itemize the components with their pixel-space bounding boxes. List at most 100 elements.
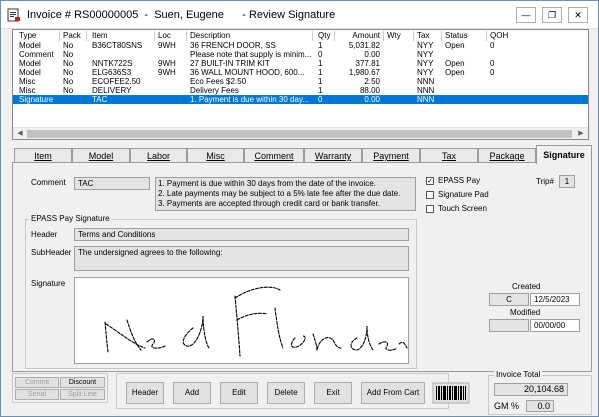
col-header-qoh[interactable]: QOH — [490, 31, 520, 40]
table-row[interactable]: Misc No DELIVERY Delivery Fees 1 88.00 NNN — [13, 86, 588, 95]
cell-pack: No — [63, 59, 74, 68]
cell-wty — [387, 86, 411, 95]
col-header-loc[interactable]: Loc — [158, 31, 188, 40]
serial-button[interactable]: Serial — [15, 389, 59, 400]
cell-qoh — [490, 77, 520, 86]
col-header-description[interactable]: Description — [190, 31, 310, 40]
restore-button[interactable]: ❐ — [542, 7, 562, 23]
cell-item: B36CT80SNS — [92, 41, 143, 50]
barcode-icon[interactable] — [432, 382, 470, 404]
cell-item: DELIVERY — [92, 86, 132, 95]
table-row[interactable]: Model No NNTK722S 9WH 27 BUILT-IN TRIM KIT 1 3… — [13, 59, 588, 68]
col-header-type[interactable]: Type — [19, 31, 69, 40]
cell-wty — [387, 50, 411, 59]
epass-pay-checkbox[interactable]: ✓ — [426, 177, 434, 185]
minimize-button[interactable]: — — [516, 7, 536, 23]
split-line-button[interactable]: Split Line — [60, 389, 105, 400]
tab-comment[interactable]: Comment — [244, 148, 304, 163]
title-bar: Invoice # RS00000005 - Suen, Eugene - Re… — [1, 1, 598, 29]
discount-button[interactable]: Discount — [60, 377, 105, 388]
edit-button[interactable]: Edit — [220, 382, 258, 404]
modified-label: Modified — [510, 308, 541, 317]
tab-warranty[interactable]: Warranty — [304, 148, 362, 163]
gm-percent-field: 0.0 — [526, 400, 554, 412]
tab-item[interactable]: Item — [14, 148, 72, 163]
cell-type: Model — [19, 68, 41, 77]
cell-description: Please note that supply is minim... — [190, 50, 312, 59]
signature-image-box[interactable] — [74, 277, 409, 364]
col-header-tax[interactable]: Tax — [417, 31, 441, 40]
line-items-grid[interactable]: Type Pack Item Loc Description Qty Amoun… — [12, 29, 589, 140]
table-row[interactable]: Comment No Please note that supply is mini… — [13, 50, 588, 59]
horizontal-scrollbar[interactable]: ◀ ▶ — [13, 127, 588, 139]
scroll-right-icon[interactable]: ▶ — [576, 129, 586, 139]
cell-loc — [158, 95, 186, 104]
cell-loc — [158, 86, 186, 95]
cell-type: Model — [19, 41, 41, 50]
header-field[interactable]: Terms and Conditions — [74, 228, 409, 241]
cell-amount: 377.81 — [355, 59, 380, 68]
cell-loc — [158, 50, 186, 59]
col-header-status[interactable]: Status — [445, 31, 485, 40]
tab-model[interactable]: Model — [72, 148, 130, 163]
cell-pack: No — [63, 50, 74, 59]
comment-text-box[interactable]: 1. Payment is due within 30 days from th… — [155, 177, 416, 211]
cell-pack: No — [63, 86, 74, 95]
tab-package[interactable]: Package — [478, 148, 536, 163]
cell-pack: No — [63, 41, 74, 50]
table-row[interactable]: Signature TAC 1. Payment is due within 30 … — [13, 95, 588, 104]
created-code-field[interactable]: C — [489, 293, 529, 306]
cell-qty: 0 — [318, 95, 323, 104]
col-header-amount[interactable]: Amount — [338, 31, 380, 40]
cell-qoh: 0 — [490, 68, 495, 77]
close-button[interactable]: ✕ — [568, 7, 588, 23]
tab-signature[interactable]: Signature — [536, 145, 592, 164]
table-row[interactable]: Model No ELG636S3 9WH 36 WALL MOUNT HOOD, 60… — [13, 68, 588, 77]
cell-wty — [387, 68, 411, 77]
created-date-field[interactable]: 12/5/2023 — [530, 293, 580, 306]
tab-payment[interactable]: Payment — [362, 148, 420, 163]
modified-date-field[interactable]: 00/00/00 — [530, 319, 580, 332]
table-row[interactable]: Misc No ECOFEE2.50 Eco Fees $2.50 1 2.50 NNN — [13, 77, 588, 86]
commit-button[interactable]: Commit — [15, 377, 59, 388]
cell-tax: NYY — [417, 41, 434, 50]
col-header-wty[interactable]: Wty — [387, 31, 409, 40]
col-header-item[interactable]: Item — [92, 31, 152, 40]
modified-code-field[interactable] — [489, 319, 529, 332]
scroll-left-icon[interactable]: ◀ — [15, 129, 25, 139]
table-row[interactable]: Model No B36CT80SNS 9WH 36 FRENCH DOOR, SS 1 5… — [13, 41, 588, 50]
cell-status — [445, 86, 485, 95]
signature-pad-checkbox[interactable] — [426, 191, 434, 199]
tab-labor[interactable]: Labor — [130, 148, 187, 163]
cell-item — [92, 50, 154, 59]
epass-group-title: EPASS Pay Signature — [29, 214, 112, 223]
cell-wty — [387, 95, 411, 104]
tab-tax[interactable]: Tax — [420, 148, 478, 163]
cell-tax: NYY — [417, 68, 434, 77]
handwritten-signature-image — [104, 286, 408, 357]
header-button[interactable]: Header — [126, 382, 164, 404]
exit-button[interactable]: Exit — [314, 382, 352, 404]
trip-field[interactable]: 1 — [559, 175, 575, 188]
delete-button[interactable]: Delete — [267, 382, 305, 404]
col-header-qty[interactable]: Qty — [318, 31, 338, 40]
touch-screen-checkbox[interactable] — [426, 205, 434, 213]
cell-item: TAC — [92, 95, 108, 104]
cell-qty: 1 — [318, 86, 323, 95]
cell-description: 36 WALL MOUNT HOOD, 600... — [190, 68, 305, 77]
invoice-app-icon — [7, 8, 20, 22]
cell-qty: 1 — [318, 68, 323, 77]
tab-misc[interactable]: Misc — [187, 148, 244, 163]
subheader-field[interactable]: The undersigned agrees to the following: — [74, 246, 409, 271]
scrollbar-thumb[interactable] — [27, 130, 572, 138]
cell-qty: 1 — [318, 41, 323, 50]
invoice-total-field: 20,104.68 — [494, 383, 568, 396]
invoice-window: Invoice # RS00000005 - Suen, Eugene - Re… — [0, 0, 599, 417]
cell-description: 1. Payment is due within 30 day... — [190, 95, 310, 104]
cell-description: 36 FRENCH DOOR, SS — [190, 41, 276, 50]
invoice-total-label: Invoice Total — [494, 370, 543, 379]
add-button[interactable]: Add — [173, 382, 211, 404]
add-from-cart-button[interactable]: Add From Cart — [361, 382, 425, 404]
cell-tax: NNN — [417, 77, 435, 86]
comment-code-field[interactable]: TAC — [74, 177, 150, 190]
